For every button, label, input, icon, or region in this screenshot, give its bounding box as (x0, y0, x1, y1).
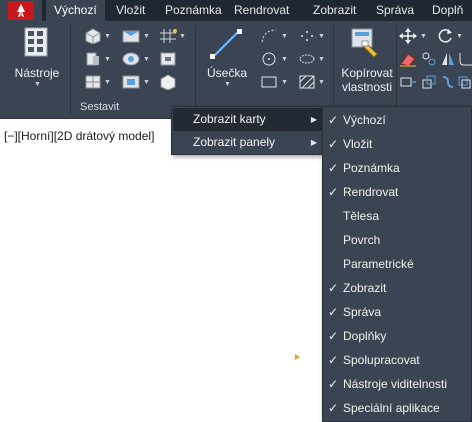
checkmark-icon: ✓ (328, 353, 339, 367)
ribbon-panel-area: Nástroje ▼ ▼ ▼ ▼ ▼ ▼ ▼ ▼ Sestavit Úsečka… (0, 21, 472, 119)
checkmark-icon: ✓ (328, 113, 339, 127)
submenu-item-specialni-aplikace[interactable]: ✓ Speciální aplikace (323, 396, 471, 420)
checkmark-icon: ✓ (328, 305, 339, 319)
ribbon-context-menu: Zobrazit karty ▶ Zobrazit panely ▶ (171, 106, 324, 155)
ribbon-tab-bar: A Výchozí Vložit Poznámka Rendrovat Zobr… (0, 0, 472, 21)
application-menu-button[interactable]: A (0, 0, 42, 21)
scale-icon[interactable] (421, 74, 437, 93)
panel-separator (70, 25, 71, 115)
tab-poznamka[interactable]: Poznámka (157, 0, 230, 21)
tab-rendrovat[interactable]: Rendrovat (226, 0, 297, 21)
align-icon[interactable] (159, 51, 177, 70)
tab-vychozi[interactable]: Výchozí (46, 0, 105, 21)
cursor-marker-icon (295, 354, 300, 360)
panel-separator (195, 25, 196, 115)
circle-icon[interactable] (260, 51, 278, 70)
submenu-item-telesa[interactable]: Tělesa (323, 204, 471, 228)
array-icon[interactable] (440, 74, 456, 93)
tab-zobrazit[interactable]: Zobrazit (305, 0, 364, 21)
offset-icon[interactable] (458, 74, 472, 93)
cube-view-icon[interactable] (159, 74, 177, 93)
move-icon[interactable] (399, 28, 417, 47)
extrude-icon[interactable] (84, 51, 102, 70)
stretch-icon[interactable] (399, 74, 417, 93)
line-tool-icon[interactable] (209, 27, 243, 64)
section-dropdown-icon[interactable]: ▼ (143, 79, 150, 86)
arc-dropdown-icon[interactable]: ▼ (281, 33, 288, 40)
box-solid-icon[interactable] (84, 28, 102, 47)
menu-item-label: Zobrazit karty (193, 112, 266, 126)
rotate-dropdown-icon[interactable]: ▼ (456, 33, 463, 40)
match-properties-label-2[interactable]: vlastnosti (338, 80, 396, 94)
mirror-icon[interactable] (440, 51, 456, 70)
autocad-logo-icon: A (8, 1, 34, 20)
line-dropdown-icon[interactable]: ▼ (224, 81, 231, 88)
checkmark-icon: ✓ (328, 377, 339, 391)
menu-item-label: Zobrazit panely (193, 135, 276, 149)
rectangle-icon[interactable] (260, 74, 278, 93)
tab-sprava[interactable]: Správa (368, 0, 422, 21)
smooth-object-icon[interactable] (121, 51, 141, 70)
extrude-dropdown-icon[interactable]: ▼ (104, 56, 111, 63)
submenu-item-vychozi[interactable]: ✓ Výchozí (323, 108, 471, 132)
tools-dropdown-icon[interactable]: ▼ (34, 81, 41, 88)
tools-button-label[interactable]: Nástroje (14, 66, 60, 80)
grid-snap-icon[interactable] (159, 28, 179, 47)
smooth-dropdown-icon[interactable]: ▼ (143, 56, 150, 63)
match-properties-label-1[interactable]: Kopírovat (338, 66, 396, 80)
section-plane-icon[interactable] (121, 74, 141, 93)
menu-item-show-tabs[interactable]: Zobrazit karty ▶ (173, 108, 323, 131)
points-icon[interactable] (298, 28, 316, 47)
checkmark-icon: ✓ (328, 281, 339, 295)
checkmark-icon: ✓ (328, 329, 339, 343)
rectangle-dropdown-icon[interactable]: ▼ (281, 79, 288, 86)
copy-objects-icon[interactable] (421, 51, 437, 70)
checkmark-icon: ✓ (328, 185, 339, 199)
tab-vlozit[interactable]: Vložit (108, 0, 153, 21)
submenu-item-vlozit[interactable]: ✓ Vložit (323, 132, 471, 156)
polyline-arc-icon[interactable] (260, 28, 278, 47)
chevron-right-icon: ▶ (310, 115, 317, 124)
tab-doplnky[interactable]: Doplň (424, 0, 471, 21)
mesh-icon[interactable] (84, 74, 102, 93)
match-properties-icon[interactable] (350, 27, 380, 62)
viewport-controls-label[interactable]: [−][Horní][2D drátový model] (4, 129, 154, 143)
fillet-icon[interactable] (458, 51, 472, 70)
solid-edit-dropdown-icon[interactable]: ▼ (143, 33, 150, 40)
submenu-item-parametricke[interactable]: Parametrické (323, 252, 471, 276)
submenu-item-zobrazit[interactable]: ✓ Zobrazit (323, 276, 471, 300)
move-dropdown-icon[interactable]: ▼ (420, 33, 427, 40)
hatch-dropdown-icon[interactable]: ▼ (318, 79, 325, 86)
submenu-item-povrch[interactable]: Povrch (323, 228, 471, 252)
submenu-item-nastroje-viditelnosti[interactable]: ✓ Nástroje viditelnosti (323, 372, 471, 396)
rotate-icon[interactable] (436, 28, 454, 47)
show-tabs-submenu: ✓ Výchozí ✓ Vložit ✓ Poznámka ✓ Rendrovat Tě… (322, 106, 472, 422)
erase-icon[interactable] (399, 51, 417, 70)
circle-dropdown-icon[interactable]: ▼ (281, 56, 288, 63)
ellipse-icon[interactable] (298, 51, 316, 70)
tools-palette-icon[interactable] (24, 27, 48, 60)
sestavit-panel-title[interactable]: Sestavit (80, 101, 119, 113)
checkmark-icon: ✓ (328, 161, 339, 175)
panel-separator (396, 25, 397, 115)
submenu-item-rendrovat[interactable]: ✓ Rendrovat (323, 180, 471, 204)
line-tool-label[interactable]: Úsečka (204, 66, 250, 80)
chevron-right-icon: ▶ (310, 138, 317, 147)
grid-dropdown-icon[interactable]: ▼ (179, 33, 186, 40)
mesh-dropdown-icon[interactable]: ▼ (104, 79, 111, 86)
ellipse-dropdown-icon[interactable]: ▼ (318, 56, 325, 63)
submenu-item-doplnky[interactable]: ✓ Doplňky (323, 324, 471, 348)
box-dropdown-icon[interactable]: ▼ (104, 33, 111, 40)
points-dropdown-icon[interactable]: ▼ (318, 33, 325, 40)
checkmark-icon: ✓ (328, 401, 339, 415)
hatch-icon[interactable] (298, 74, 316, 93)
menu-item-show-panels[interactable]: Zobrazit panely ▶ (173, 131, 323, 154)
panel-separator (333, 25, 334, 115)
submenu-item-spolupracovat[interactable]: ✓ Spolupracovat (323, 348, 471, 372)
submenu-item-sprava[interactable]: ✓ Správa (323, 300, 471, 324)
checkmark-icon: ✓ (328, 137, 339, 151)
submenu-item-poznamka[interactable]: ✓ Poznámka (323, 156, 471, 180)
solid-edit-icon[interactable] (121, 28, 141, 47)
